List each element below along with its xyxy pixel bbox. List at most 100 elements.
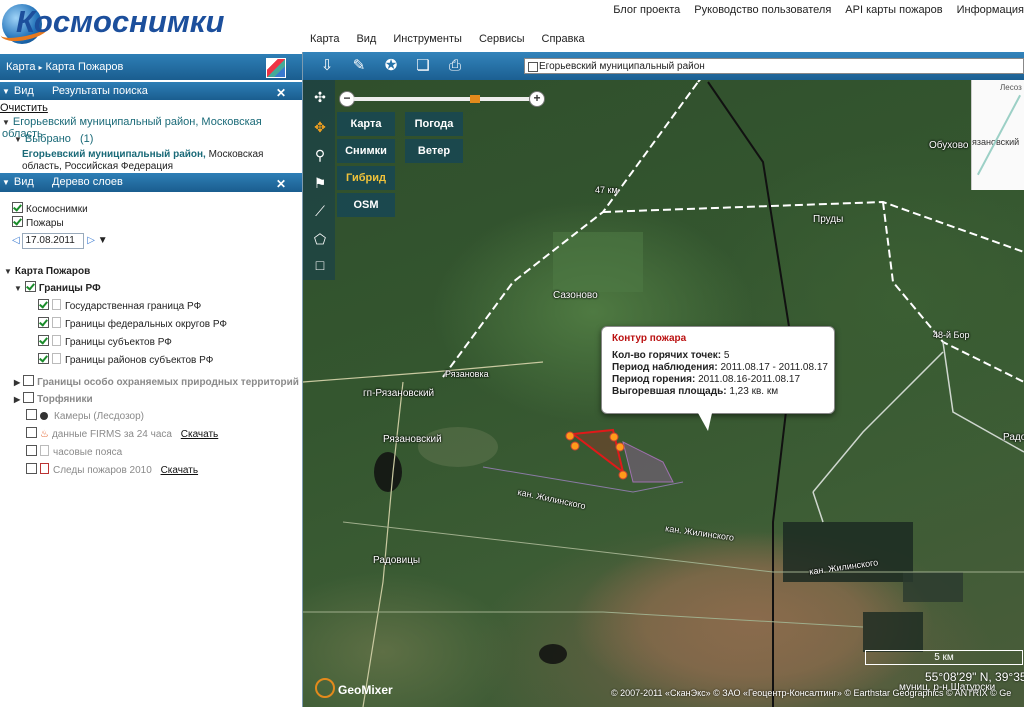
menu-view[interactable]: Вид [356, 33, 376, 45]
layer-peat[interactable]: ▶ Торфяники [14, 392, 93, 406]
checkbox[interactable] [26, 445, 37, 456]
expand-arrow-icon: ▼ [4, 267, 12, 276]
region-search-input[interactable]: Егорьевский муниципальный район [524, 58, 1024, 74]
link-user-guide[interactable]: Руководство пользователя [694, 4, 831, 16]
checkbox[interactable] [12, 216, 23, 227]
link-info[interactable]: Информация [957, 4, 1024, 16]
checkbox[interactable] [26, 427, 37, 438]
star-icon[interactable]: ✪ [381, 56, 401, 76]
basemap-osm[interactable]: OSM [337, 193, 395, 217]
checkbox[interactable] [38, 353, 49, 364]
basemap-satellite[interactable]: Снимки [337, 139, 395, 163]
expand-arrow-icon: ▶ [14, 395, 21, 404]
search-result-item[interactable]: Егорьевский муниципальный район, Московс… [22, 149, 263, 160]
link-api[interactable]: API карты пожаров [845, 4, 942, 16]
zoom-track[interactable] [353, 97, 531, 101]
expand-arrow-icon: ▼ [14, 284, 22, 293]
zoom-slider[interactable]: − + [339, 88, 547, 110]
basemap-map[interactable]: Карта [337, 112, 395, 136]
group-borders[interactable]: ▼ Границы РФ [14, 281, 101, 295]
flag-icon[interactable]: ⚑ [311, 174, 329, 192]
layer-firms[interactable]: ♨ данные FIRMS за 24 часа Скачать [26, 427, 218, 441]
attach-icon[interactable]: ✎ [349, 56, 369, 76]
place-rado: Радо [1003, 432, 1024, 443]
layer-subjects[interactable]: Границы субъектов РФ [38, 335, 172, 349]
layer-style-icon [52, 317, 61, 328]
checkbox[interactable] [24, 281, 36, 292]
place-ryazanovka: Рязановка [445, 369, 489, 379]
breadcrumb-root[interactable]: Карта [6, 61, 35, 73]
burning-label: Период горения: [612, 374, 696, 385]
navigate-icon[interactable]: ✣ [311, 88, 329, 106]
prev-date-icon[interactable]: ◁ [12, 235, 20, 246]
checkbox[interactable] [38, 335, 49, 346]
checkbox[interactable] [23, 375, 35, 386]
fire-contour[interactable] [482, 428, 684, 493]
zoom-icon[interactable]: ⚲ [311, 146, 329, 164]
kosmosnimki-logo[interactable]: Космоснимки [0, 2, 224, 48]
expand-arrow-icon: ▼ [14, 135, 22, 144]
menu-map[interactable]: Карта [310, 33, 339, 45]
map-toolbar: ⇩ ✎ ✪ ❏ ⎙ Егорьевский муниципальный райо… [303, 52, 1024, 80]
left-panel: Карта ▸ Карта Пожаров ▼ Вид Результаты поис… [0, 52, 303, 707]
base-layer-fires[interactable]: Пожары [12, 216, 64, 230]
base-layer-kosmosnimki[interactable]: Космоснимки [12, 202, 88, 216]
zoom-in-button[interactable]: + [529, 91, 545, 107]
menu-tools[interactable]: Инструменты [393, 33, 462, 45]
basemap-switcher: Карта Снимки Гибрид OSM Погода Ветер [337, 112, 469, 222]
search-view-button[interactable]: Вид [14, 85, 34, 97]
polyline-icon[interactable]: ⟋ [311, 202, 329, 220]
map-icon[interactable] [266, 58, 286, 78]
checkbox[interactable] [26, 409, 37, 420]
checkbox[interactable] [26, 463, 37, 474]
link-blog[interactable]: Блог проекта [613, 4, 680, 16]
close-icon[interactable]: ✕ [276, 175, 286, 194]
layer-protected-areas[interactable]: ▶ Границы особо охраняемых природных терр… [14, 375, 299, 389]
layers-icon[interactable]: ❏ [413, 56, 433, 76]
selected-node[interactable]: ▼ Выбрано (1) [14, 133, 93, 145]
next-date-icon[interactable]: ▷ [87, 235, 95, 246]
date-input[interactable]: 17.08.2011 [22, 233, 85, 249]
clear-link[interactable]: Очистить [0, 102, 48, 114]
menu-help[interactable]: Справка [542, 33, 585, 45]
overlay-wind[interactable]: Ветер [405, 139, 463, 163]
close-icon[interactable]: ✕ [276, 84, 286, 102]
copyright[interactable]: © 2007-2011 «СканЭкс» © ЗАО «Геоцентр-Ко… [611, 688, 1011, 698]
breadcrumb-current: Карта Пожаров [45, 61, 124, 73]
download-icon[interactable]: ⇩ [317, 56, 337, 76]
region-icon [528, 62, 538, 72]
collapse-arrow-icon[interactable]: ▼ [2, 173, 10, 192]
layer-style-icon [52, 335, 61, 346]
layer-fire-traces[interactable]: Следы пожаров 2010 Скачать [26, 463, 198, 477]
print-icon[interactable]: ⎙ [445, 56, 465, 76]
layer-federal-districts[interactable]: Границы федеральных округов РФ [38, 317, 227, 331]
basemap-hybrid[interactable]: Гибрид [337, 166, 395, 190]
overlay-weather[interactable]: Погода [405, 112, 463, 136]
rectangle-icon[interactable]: □ [311, 256, 329, 274]
zoom-thumb[interactable] [470, 95, 480, 103]
group-fire-map[interactable]: ▼ Карта Пожаров [4, 265, 90, 279]
place-ryazanovsky: Рязановский [383, 434, 442, 445]
collapse-arrow-icon[interactable]: ▼ [2, 83, 10, 101]
checkbox[interactable] [12, 202, 23, 213]
layer-cameras[interactable]: Камеры (Лесдозор) [26, 409, 144, 423]
date-dropdown-icon[interactable]: ▼ [98, 235, 108, 246]
site-header: Космоснимки Блог проекта Руководство поль… [0, 0, 1024, 52]
popup-title: Контур пожара [612, 333, 687, 344]
layer-timezones[interactable]: часовые пояса [26, 445, 122, 459]
map-view[interactable]: Сазоново Пруды Обухово Рязановка гп-Ряза… [303, 52, 1024, 707]
checkbox[interactable] [23, 392, 35, 403]
layers-view-button[interactable]: Вид [14, 176, 34, 188]
geomixer-logo[interactable]: GeoMixer [315, 678, 393, 698]
polygon-icon[interactable]: ⬠ [311, 230, 329, 248]
download-firms-link[interactable]: Скачать [181, 429, 219, 440]
checkbox[interactable] [38, 299, 49, 310]
pan-icon[interactable]: ✥ [311, 118, 329, 136]
expand-arrow-icon: ▼ [2, 118, 10, 127]
layer-state-border[interactable]: Государственная граница РФ [38, 299, 201, 313]
overview-map[interactable]: Лесоз язановский [971, 80, 1024, 190]
menu-services[interactable]: Сервисы [479, 33, 525, 45]
download-traces-link[interactable]: Скачать [161, 465, 199, 476]
checkbox[interactable] [38, 317, 49, 328]
layer-districts[interactable]: Границы районов субъектов РФ [38, 353, 213, 367]
